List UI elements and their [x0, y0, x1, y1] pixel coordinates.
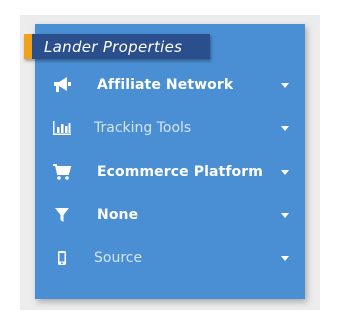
dropdown-filter[interactable]: None	[35, 200, 305, 230]
dropdown-source[interactable]: Source	[35, 243, 305, 273]
filter-icon	[51, 204, 73, 226]
bar-chart-icon	[51, 117, 73, 139]
dropdown-label: Affiliate Network	[97, 77, 234, 93]
chevron-down-icon	[281, 125, 289, 131]
shopping-cart-icon	[51, 161, 73, 183]
chevron-down-icon	[281, 82, 289, 88]
chevron-down-icon	[281, 169, 289, 175]
chevron-down-icon	[281, 212, 289, 218]
dropdown-label: None	[97, 207, 139, 223]
dropdown-label: Ecommerce Platform	[97, 164, 263, 180]
mobile-phone-icon	[51, 247, 73, 269]
dropdown-affiliate-network[interactable]: Affiliate Network	[35, 70, 305, 100]
dropdown-tracking-tools[interactable]: Tracking Tools	[35, 113, 305, 143]
panel-header: Lander Properties	[24, 34, 210, 59]
dropdown-ecommerce-platform[interactable]: Ecommerce Platform	[35, 157, 305, 187]
dropdown-label: Source	[94, 250, 143, 266]
chevron-down-icon	[281, 255, 289, 261]
megaphone-icon	[51, 74, 73, 96]
dropdown-label: Tracking Tools	[94, 120, 192, 136]
panel-title: Lander Properties	[44, 37, 183, 56]
